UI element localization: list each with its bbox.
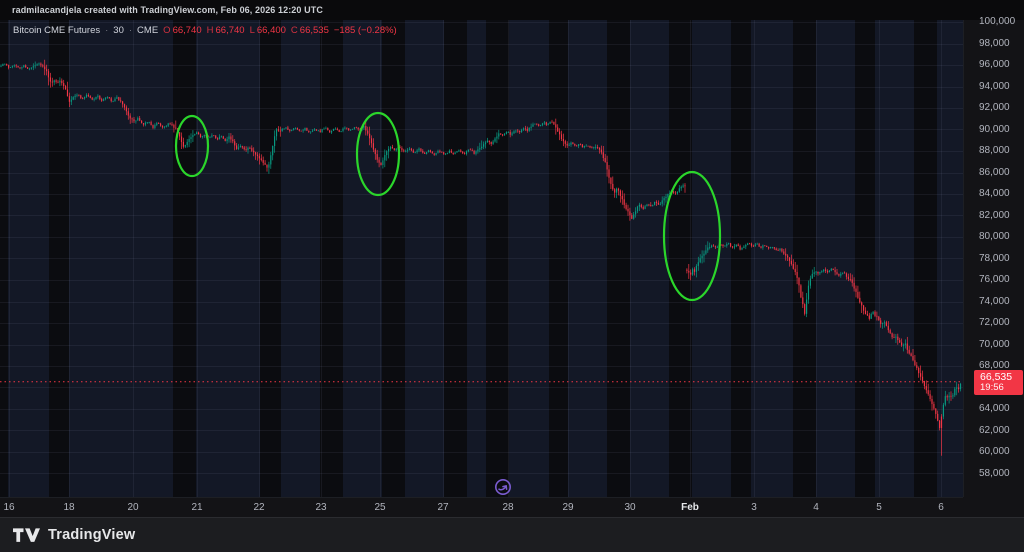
time-tick-label: 5 — [876, 502, 882, 513]
time-tick-label: 4 — [813, 502, 819, 513]
interval-label[interactable]: 30 — [113, 25, 124, 36]
price-tick-label: 58,000 — [979, 468, 1010, 480]
footer-bar: TradingView — [0, 517, 1024, 552]
legend-separator: · — [105, 25, 108, 36]
time-tick-label: Feb — [681, 502, 699, 513]
chart-pane[interactable]: Bitcoin CME Futures · 30 · CME O66,740 H… — [0, 20, 963, 497]
symbol-title[interactable]: Bitcoin CME Futures — [13, 25, 100, 36]
ohlc-low: L66,400 — [250, 25, 286, 36]
price-tick-label: 84,000 — [979, 188, 1010, 200]
time-tick-label: 21 — [191, 502, 202, 513]
price-tick-label: 64,000 — [979, 403, 1010, 415]
tradingview-logo-icon[interactable] — [13, 527, 40, 544]
price-tick-label: 82,000 — [979, 210, 1010, 222]
time-tick-label: 20 — [127, 502, 138, 513]
price-tick-label: 100,000 — [979, 16, 1015, 28]
time-tick-label: 22 — [253, 502, 264, 513]
ohlc-close: C66,535 — [291, 25, 329, 36]
time-tick-label: 25 — [374, 502, 385, 513]
price-tick-label: 94,000 — [979, 81, 1010, 93]
price-tick-label: 76,000 — [979, 274, 1010, 286]
time-tick-label: 18 — [63, 502, 74, 513]
last-price-badge: 66,535 19:56 — [974, 370, 1023, 395]
time-tick-label: 29 — [562, 502, 573, 513]
price-chart-canvas[interactable] — [0, 20, 963, 497]
bar-countdown: 19:56 — [980, 383, 1023, 393]
price-axis[interactable]: 66,535 19:56 100,00098,00096,00094,00092… — [963, 20, 1024, 497]
ohlc-high: H66,740 — [207, 25, 245, 36]
price-tick-label: 60,000 — [979, 446, 1010, 458]
time-tick-label: 23 — [315, 502, 326, 513]
price-tick-label: 74,000 — [979, 296, 1010, 308]
price-tick-label: 80,000 — [979, 231, 1010, 243]
time-axis[interactable]: 16 18 20 21 22 23 25 27 28 29 30 Feb 3 4 5 6 — [0, 497, 963, 517]
price-tick-label: 70,000 — [979, 339, 1010, 351]
time-tick-label: 6 — [938, 502, 944, 513]
change-label: −185 (−0.28%) — [334, 25, 397, 36]
tradingview-snapshot: radmilacandjela created with TradingView… — [0, 0, 1024, 552]
price-tick-label: 72,000 — [979, 317, 1010, 329]
ohlc-open: O66,740 — [163, 25, 201, 36]
time-tick-label: 30 — [624, 502, 635, 513]
price-tick-label: 92,000 — [979, 102, 1010, 114]
exchange-label: CME — [137, 25, 158, 36]
attribution-bar: radmilacandjela created with TradingView… — [0, 0, 1024, 20]
time-tick-label: 3 — [751, 502, 757, 513]
attribution-text: radmilacandjela created with TradingView… — [0, 5, 323, 15]
time-tick-label: 16 — [3, 502, 14, 513]
axis-corner — [963, 497, 1024, 517]
price-tick-label: 88,000 — [979, 145, 1010, 157]
price-tick-label: 96,000 — [979, 59, 1010, 71]
price-tick-label: 78,000 — [979, 253, 1010, 265]
tradingview-wordmark[interactable]: TradingView — [48, 527, 135, 543]
legend-separator: · — [129, 25, 132, 36]
symbol-legend[interactable]: Bitcoin CME Futures · 30 · CME O66,740 H… — [13, 25, 397, 36]
time-tick-label: 27 — [437, 502, 448, 513]
price-tick-label: 98,000 — [979, 38, 1010, 50]
contract-rollover-icon[interactable] — [494, 478, 512, 496]
time-tick-label: 28 — [502, 502, 513, 513]
price-tick-label: 62,000 — [979, 425, 1010, 437]
price-tick-label: 90,000 — [979, 124, 1010, 136]
price-tick-label: 86,000 — [979, 167, 1010, 179]
